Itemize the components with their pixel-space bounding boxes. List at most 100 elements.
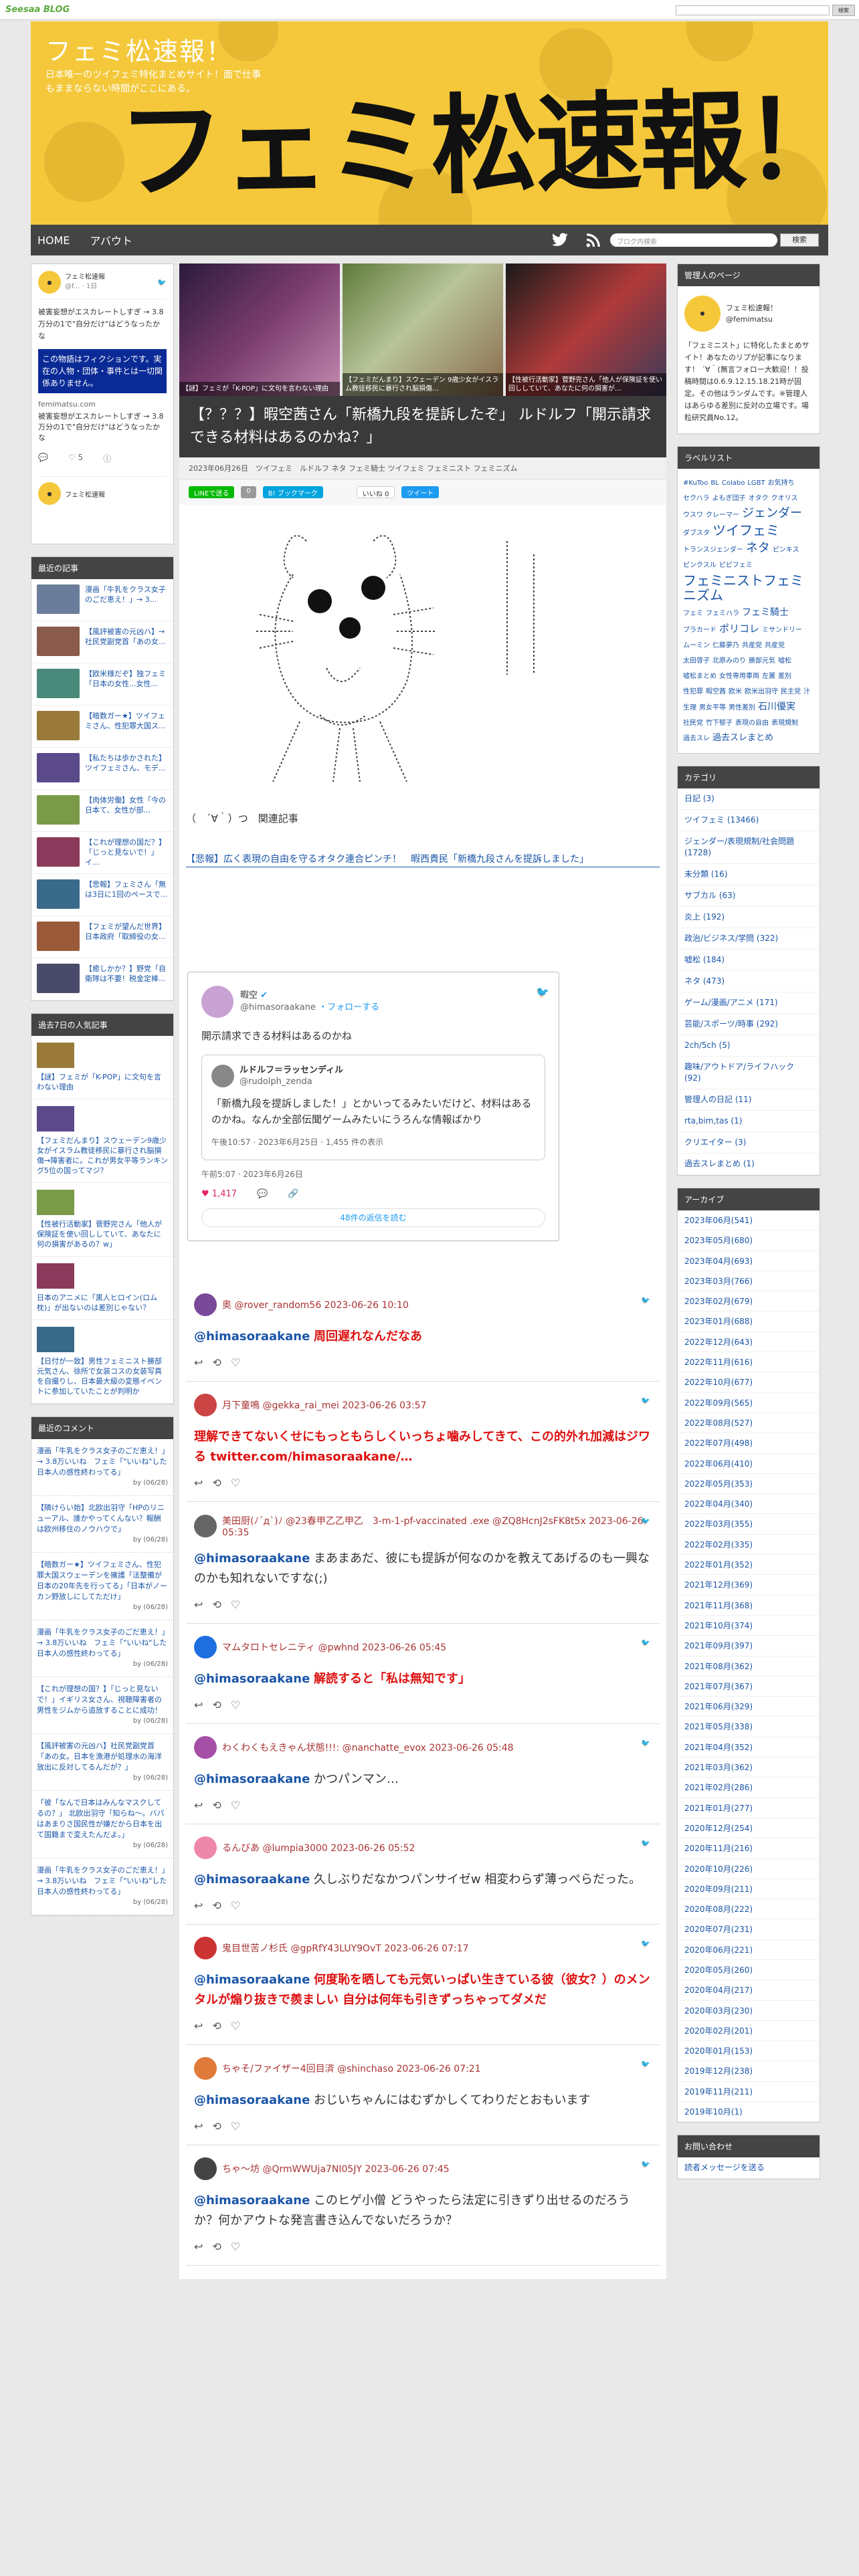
post-thumbnail[interactable] [37, 964, 80, 993]
reply-mention[interactable]: @himasoraakane [194, 1973, 310, 1987]
archive-link[interactable]: 2022年05月(353) [678, 1474, 820, 1495]
like-icon[interactable]: ♡ [231, 1899, 240, 1912]
category-link[interactable]: 政治/ビジネス/学問 (322) [678, 928, 820, 950]
reply-mention[interactable]: @himasoraakane [194, 1329, 310, 1344]
tag-link[interactable]: 民主党 [781, 685, 801, 700]
avatar[interactable] [201, 986, 233, 1018]
archive-link[interactable]: 2020年12月(254) [678, 1818, 820, 1839]
reply-user[interactable]: わくわくもえきゃん状態!!!: @nanchatte_evox 2023-06-… [222, 1741, 514, 1754]
recent-post-link[interactable]: 【フェミが望んだ世界】日本政府「取締役の女... [85, 922, 168, 952]
top-search-input[interactable] [676, 5, 830, 15]
recent-post-item[interactable]: 【私たちは歩かされた】ツイフェミさん、モデ... [31, 748, 173, 790]
retweet-icon[interactable]: ⟲ [212, 1598, 221, 1611]
archive-link[interactable]: 2023年03月(766) [678, 1271, 820, 1292]
tag-link[interactable]: Colabo [722, 476, 745, 491]
post-thumbnail[interactable] [37, 837, 80, 867]
tag-link[interactable]: 過去スレまとめ [712, 731, 773, 746]
archive-link[interactable]: 2019年10月(1) [678, 2102, 820, 2123]
tag-link[interactable]: 北原みのり [712, 654, 746, 669]
archive-link[interactable]: 2020年01月(153) [678, 2041, 820, 2062]
category-link[interactable]: クリエイター (3) [678, 1132, 820, 1154]
tag-link[interactable]: トランスジェンダー [683, 543, 743, 558]
reply-mention[interactable]: @himasoraakane [194, 2193, 310, 2208]
tweet-time[interactable]: 午前5:07 · 2023年6月26日 [201, 1168, 545, 1180]
archive-link[interactable]: 2021年08月(362) [678, 1656, 820, 1677]
post-thumbnail[interactable] [37, 627, 80, 656]
like-icon[interactable]: ♡ [231, 1477, 240, 1489]
archive-link[interactable]: 2021年11月(368) [678, 1596, 820, 1616]
archive-link[interactable]: 2020年11月(216) [678, 1838, 820, 1859]
tag-link[interactable]: ツイフェミ [712, 523, 779, 538]
post-thumbnail[interactable] [37, 669, 80, 698]
archive-link[interactable]: 2022年12月(643) [678, 1332, 820, 1353]
hatena-bookmark-button[interactable]: B! ブックマーク [262, 486, 323, 498]
archive-link[interactable]: 2021年03月(362) [678, 1757, 820, 1778]
tag-link[interactable]: ポリコレ [719, 621, 759, 636]
category-link[interactable]: サブカル (63) [678, 885, 820, 907]
tag-link[interactable]: 汁 [803, 685, 810, 700]
tag-link[interactable]: BL [710, 476, 719, 491]
recent-post-item[interactable]: 漫画「牛乳をクラス女子のごだ恵え！」→ 3... [31, 579, 173, 621]
reply-user[interactable]: 月下童鳴 @gekka_rai_mei 2023-06-26 03:57 [222, 1398, 426, 1412]
comment-link[interactable]: 【暗数ガー★】ツイフェミさん、性犯罪大国スウェーデンを擁護「法整備が日本の20年… [37, 1560, 167, 1601]
archive-link[interactable]: 2023年04月(693) [678, 1251, 820, 1271]
popular-post-item[interactable]: 【フェミだんまり】スウェーデン9歳少女がイスラム教徒移民に暴行され脳損傷→障害者… [31, 1099, 173, 1183]
profile-name[interactable]: フェミ松速報！ [726, 302, 777, 314]
post-thumbnail[interactable] [37, 1190, 74, 1215]
like-icon[interactable]: ♡ [231, 1699, 240, 1711]
archive-link[interactable]: 2020年04月(217) [678, 1980, 820, 2001]
archive-link[interactable]: 2022年04月(340) [678, 1494, 820, 1515]
tag-link[interactable]: 表現の自由 [735, 716, 769, 731]
recent-post-link[interactable]: 【肉体労働】女性「今の日本て、女性が部... [85, 795, 168, 826]
tag-link[interactable]: 嘘松 [778, 654, 791, 669]
tw-link-text[interactable]: 被害妄想がエスカレートしすぎ → 3.8万分の1で"自分だけ"はどうなったかな [38, 411, 167, 443]
tag-link[interactable]: 共産党 [742, 639, 762, 653]
follow-link[interactable]: ・フォローする [318, 1002, 379, 1012]
category-link[interactable]: 嘘松 (184) [678, 950, 820, 971]
tag-link[interactable]: 太田啓子 [683, 654, 710, 669]
read-replies-button[interactable]: 48件の返信を読む [201, 1208, 545, 1227]
avatar[interactable]: ● [684, 296, 721, 332]
recent-post-item[interactable]: 【これが理想の国だ？】「じっと見ないで！」イ... [31, 832, 173, 874]
tweet-author-handle[interactable]: @himasoraakane [240, 1002, 316, 1012]
tag-link[interactable]: フェミハラ [706, 607, 739, 621]
tw-name[interactable]: フェミ松速報 [65, 273, 105, 282]
archive-link[interactable]: 2022年08月(527) [678, 1413, 820, 1434]
post-thumbnail[interactable] [37, 1327, 74, 1352]
popular-post-link[interactable]: 【謎】フェミが「K-POP」に文句を言わない理由 [37, 1073, 161, 1091]
reply-icon[interactable]: ↩ [194, 2120, 203, 2133]
tag-link[interactable]: 左翼 [762, 669, 775, 684]
archive-link[interactable]: 2022年07月(498) [678, 1433, 820, 1454]
reply-icon[interactable]: 💬 [257, 1189, 268, 1199]
category-link[interactable]: 未分類 (16) [678, 864, 820, 885]
recent-post-link[interactable]: 【私たちは歩かされた】ツイフェミさん、モデ... [85, 753, 168, 784]
tag-link[interactable]: クオリス [771, 492, 798, 506]
tag-link[interactable]: 過去スレ [683, 732, 710, 746]
copy-link-icon[interactable]: 🔗 [288, 1189, 298, 1199]
archive-link[interactable]: 2021年12月(369) [678, 1575, 820, 1596]
reply-user[interactable]: マムタロトセレニティ @pwhnd 2023-06-26 05:45 [222, 1640, 446, 1654]
avatar[interactable] [194, 1836, 217, 1859]
reply-icon[interactable]: ↩ [194, 1799, 203, 1812]
reply-user[interactable]: るんびあ @lumpia3000 2023-06-26 05:52 [222, 1841, 415, 1854]
tag-link[interactable]: 石川優実 [758, 700, 795, 714]
popular-post-item[interactable]: 【謎】フェミが「K-POP」に文句を言わない理由 [31, 1036, 173, 1099]
tag-link[interactable]: 女性専用車両 [719, 669, 759, 684]
like-icon[interactable]: ♡ 5 [68, 453, 83, 464]
tag-link[interactable]: ネタ [746, 541, 770, 556]
archive-link[interactable]: 2021年09月(397) [678, 1636, 820, 1656]
avatar[interactable]: ● [38, 482, 61, 505]
featured-post[interactable]: 【フェミだんまり】スウェーデン 9歳少女がイスラム教徒移民に暴行され脳損傷… [343, 263, 503, 396]
comment-link[interactable]: 【風評被害の元凶ハ】社民党副党首「あの女。日本を漁港が処理水の海洋放出に反対して… [37, 1741, 162, 1772]
post-thumbnail[interactable] [37, 1263, 74, 1289]
featured-post[interactable]: 【謎】フェミが「K-POP」に文句を言わない理由 [179, 263, 340, 396]
reply-icon[interactable]: ↩ [194, 1356, 203, 1369]
comment-link[interactable]: 【隣けらい始】北欧出羽守「HPのリニューアル、誰かやってくんない？報酬は欧州移住… [37, 1503, 165, 1533]
post-thumbnail[interactable] [37, 1043, 74, 1068]
related-article-link[interactable]: 【悲報】広く表現の自由を守るオタク連合ピンチ！ 暇西貴民「新橋九段さんを提訴しま… [186, 852, 660, 867]
reply-mention[interactable]: @himasoraakane [194, 1672, 310, 1686]
category-link[interactable]: 管理人の日記 (11) [678, 1089, 820, 1111]
popular-post-item[interactable]: 【日付が一致】男性フェミニスト勝部元気さん、徐所で女装コスの女装写真を自撮りし、… [31, 1320, 173, 1404]
archive-link[interactable]: 2020年07月(231) [678, 1919, 820, 1940]
tag-link[interactable]: ダブスタ [683, 526, 710, 541]
